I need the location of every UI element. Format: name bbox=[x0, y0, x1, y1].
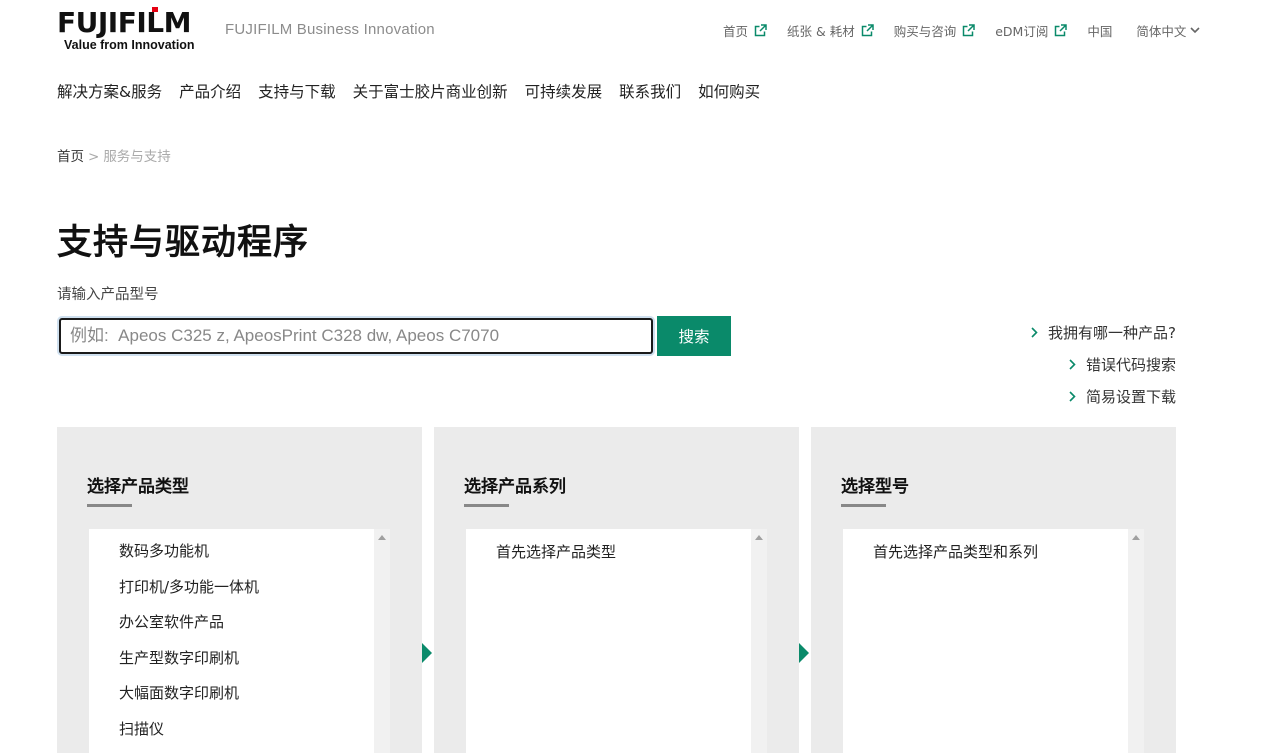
panel-title: 选择产品类型 bbox=[87, 477, 189, 497]
breadcrumb-current: 服务与支持 bbox=[103, 149, 171, 165]
breadcrumb-home[interactable]: 首页 bbox=[57, 149, 84, 165]
language-selector[interactable]: 简体中文 bbox=[1136, 21, 1200, 40]
search-label: 请输入产品型号 bbox=[57, 287, 159, 303]
external-link-icon bbox=[861, 24, 874, 37]
list-placeholder: 首先选择产品类型 bbox=[496, 543, 617, 561]
product-series-panel: 选择产品系列 首先选择产品类型 bbox=[434, 427, 799, 753]
util-link-paper-supplies[interactable]: 纸张 & 耗材 bbox=[787, 21, 874, 40]
logo-wordmark: FUJIFILM bbox=[57, 6, 209, 39]
panel-title: 选择型号 bbox=[841, 477, 909, 497]
external-link-icon bbox=[1055, 24, 1068, 37]
brand-subtitle: FUJIFILM Business Innovation bbox=[225, 21, 435, 38]
fujifilm-logo[interactable]: FUJIFILM Value from Innovation bbox=[57, 6, 209, 54]
list-content: 首先选择产品类型 bbox=[466, 529, 751, 753]
util-link-purchase[interactable]: 购买与咨询 bbox=[894, 21, 976, 40]
side-link-label: 简易设置下载 bbox=[1085, 387, 1176, 406]
panel-title: 选择产品系列 bbox=[464, 477, 566, 497]
scroll-up-icon[interactable] bbox=[378, 535, 386, 540]
step-arrow-icon bbox=[799, 643, 809, 663]
util-link-home[interactable]: 首页 bbox=[723, 21, 767, 40]
logo-text: FUJIFILM bbox=[57, 6, 191, 39]
nav-how-to-buy[interactable]: 如何购买 bbox=[698, 80, 760, 102]
util-link-edm[interactable]: eDM订阅 bbox=[995, 21, 1068, 40]
chevron-right-icon bbox=[1031, 326, 1038, 338]
link-which-product[interactable]: 我拥有哪一种产品? bbox=[1031, 316, 1176, 348]
panel-title-underline bbox=[464, 504, 509, 507]
util-link-label: 首页 bbox=[723, 24, 749, 39]
list-scrollbar[interactable] bbox=[374, 529, 390, 753]
product-model-panel: 选择型号 首先选择产品类型和系列 bbox=[811, 427, 1176, 753]
product-model-list[interactable]: 首先选择产品类型和系列 bbox=[843, 529, 1144, 753]
search-button[interactable]: 搜索 bbox=[657, 316, 731, 356]
external-link-icon bbox=[962, 24, 975, 37]
list-item[interactable]: 打印机/多功能一体机 bbox=[89, 577, 374, 613]
util-link-label: eDM订阅 bbox=[995, 24, 1049, 39]
scroll-up-icon[interactable] bbox=[755, 535, 763, 540]
list-item[interactable]: 大幅面数字印刷机 bbox=[89, 683, 374, 719]
link-error-code-search[interactable]: 错误代码搜索 bbox=[1031, 348, 1176, 380]
list-scrollbar[interactable] bbox=[751, 529, 767, 753]
breadcrumb-separator: > bbox=[88, 149, 100, 165]
list-content: 首先选择产品类型和系列 bbox=[843, 529, 1128, 753]
product-series-list[interactable]: 首先选择产品类型 bbox=[466, 529, 767, 753]
list-item[interactable]: 扫描仪 bbox=[89, 719, 374, 753]
list-placeholder: 首先选择产品类型和系列 bbox=[873, 543, 1039, 561]
panel-title-underline bbox=[87, 504, 132, 507]
page-title: 支持与驱动程序 bbox=[57, 223, 310, 263]
side-link-label: 我拥有哪一种产品? bbox=[1048, 323, 1176, 342]
nav-about[interactable]: 关于富士胶片商业创新 bbox=[353, 80, 508, 102]
util-link-label: 纸张 & 耗材 bbox=[787, 24, 855, 39]
logo-red-dot bbox=[152, 7, 158, 12]
util-link-label: 购买与咨询 bbox=[893, 24, 957, 39]
external-link-icon bbox=[754, 24, 767, 37]
product-type-panel: 选择产品类型 数码多功能机 打印机/多功能一体机 办公室软件产品 生产型数字印刷… bbox=[57, 427, 422, 753]
product-type-list[interactable]: 数码多功能机 打印机/多功能一体机 办公室软件产品 生产型数字印刷机 大幅面数字… bbox=[89, 529, 390, 753]
list-item[interactable]: 办公室软件产品 bbox=[89, 612, 374, 648]
scroll-up-icon[interactable] bbox=[1132, 535, 1140, 540]
nav-contact[interactable]: 联系我们 bbox=[619, 80, 681, 102]
link-easy-setup-download[interactable]: 简易设置下载 bbox=[1031, 380, 1176, 412]
chevron-down-icon bbox=[1190, 27, 1200, 34]
language-label: 简体中文 bbox=[1136, 24, 1187, 39]
panel-title-underline bbox=[841, 504, 886, 507]
region-link[interactable]: 中国 bbox=[1087, 21, 1112, 40]
nav-solutions[interactable]: 解决方案&服务 bbox=[57, 80, 162, 102]
chevron-right-icon bbox=[1069, 390, 1076, 402]
list-item[interactable]: 生产型数字印刷机 bbox=[89, 648, 374, 684]
main-nav: 解决方案&服务 产品介绍 支持与下载 关于富士胶片商业创新 可持续发展 联系我们… bbox=[57, 80, 777, 102]
list-item[interactable]: 数码多功能机 bbox=[89, 541, 374, 577]
nav-products[interactable]: 产品介绍 bbox=[179, 80, 241, 102]
list-scrollbar[interactable] bbox=[1128, 529, 1144, 753]
nav-sustainability[interactable]: 可持续发展 bbox=[525, 80, 603, 102]
side-links: 我拥有哪一种产品? 错误代码搜索 简易设置下载 bbox=[1031, 316, 1176, 412]
nav-support[interactable]: 支持与下载 bbox=[258, 80, 336, 102]
side-link-label: 错误代码搜索 bbox=[1085, 355, 1176, 374]
logo-tagline: Value from Innovation bbox=[64, 38, 195, 52]
product-search-input[interactable] bbox=[59, 318, 653, 354]
breadcrumb: 首页 > 服务与支持 bbox=[57, 145, 171, 165]
step-arrow-icon bbox=[422, 643, 432, 663]
chevron-right-icon bbox=[1069, 358, 1076, 370]
utility-nav: 首页 纸张 & 耗材 购买与咨询 eDM订阅 中国 简体中文 bbox=[723, 21, 1200, 40]
list-content: 数码多功能机 打印机/多功能一体机 办公室软件产品 生产型数字印刷机 大幅面数字… bbox=[89, 529, 374, 753]
